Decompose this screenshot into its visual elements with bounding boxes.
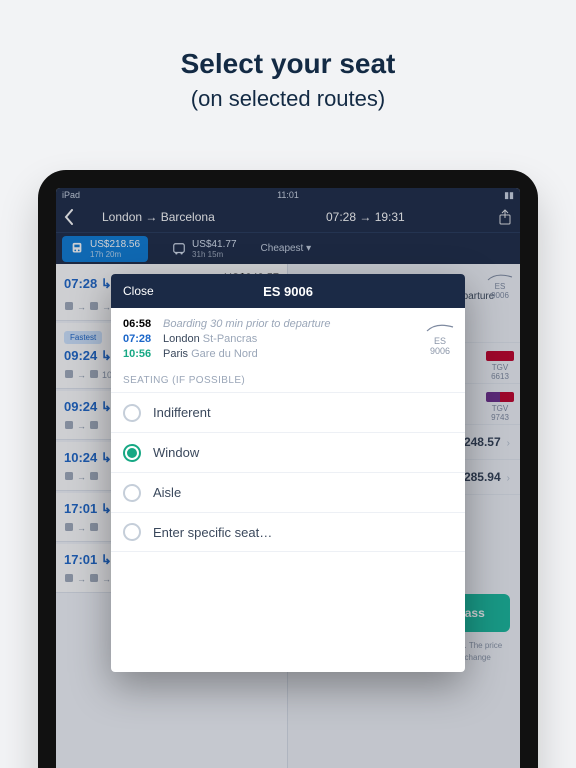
- radio-icon: [123, 404, 141, 422]
- device-frame: iPad 11:01 ▮▮ London → Barcelona 07:28 →…: [38, 170, 538, 768]
- page-subtitle: (on selected routes): [0, 86, 576, 112]
- modal-carrier: ES9006: [425, 322, 455, 356]
- modal-title: ES 9006: [111, 284, 465, 299]
- page-title: Select your seat: [0, 48, 576, 80]
- eurostar-icon: [425, 322, 455, 334]
- seating-section-label: SEATING (IF POSSIBLE): [111, 367, 465, 392]
- seat-option-label: Indifferent: [153, 405, 211, 420]
- seat-option-label: Window: [153, 445, 199, 460]
- seat-option-label: Enter specific seat…: [153, 525, 272, 540]
- radio-selected-icon: [123, 444, 141, 462]
- seat-modal: Close ES 9006 06:58Boarding 30 min prior…: [111, 274, 465, 672]
- seat-option-label: Aisle: [153, 485, 181, 500]
- seat-option-specific[interactable]: Enter specific seat…: [111, 512, 465, 552]
- radio-icon: [123, 523, 141, 541]
- seat-option-indifferent[interactable]: Indifferent: [111, 392, 465, 432]
- seat-option-aisle[interactable]: Aisle: [111, 472, 465, 512]
- app-screen: iPad 11:01 ▮▮ London → Barcelona 07:28 →…: [56, 188, 520, 768]
- seat-option-window[interactable]: Window: [111, 432, 465, 472]
- radio-icon: [123, 484, 141, 502]
